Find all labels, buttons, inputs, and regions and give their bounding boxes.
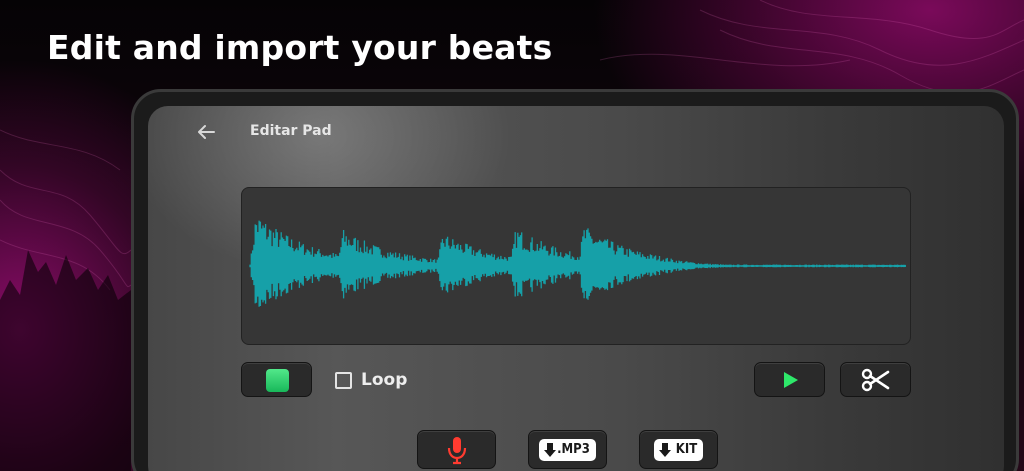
microphone-icon xyxy=(447,436,466,464)
pad-color-swatch xyxy=(266,369,289,392)
pad-color-button[interactable] xyxy=(241,362,312,397)
kit-label: KIT xyxy=(675,442,698,457)
mp3-label: .MP3 xyxy=(557,442,590,457)
loop-toggle[interactable]: Loop xyxy=(335,370,407,390)
screen-title: Editar Pad xyxy=(250,123,332,139)
download-arrow-icon xyxy=(544,442,557,457)
mp3-tag: .MP3 xyxy=(539,438,596,461)
download-arrow-icon xyxy=(658,442,671,457)
play-button[interactable] xyxy=(754,362,825,397)
kit-tag: KIT xyxy=(653,438,704,461)
audio-waveform[interactable] xyxy=(242,188,912,346)
arrow-left-icon[interactable] xyxy=(194,120,218,144)
loop-label: Loop xyxy=(361,370,408,390)
tablet-frame: Editar Pad Loop .MP3 KIT xyxy=(131,89,1019,471)
record-button[interactable] xyxy=(417,430,496,469)
import-kit-button[interactable]: KIT xyxy=(639,430,718,469)
play-icon xyxy=(783,371,798,388)
headline: Edit and import your beats xyxy=(47,28,553,67)
waveform-path xyxy=(249,220,906,307)
trim-button[interactable] xyxy=(840,362,911,397)
loop-checkbox[interactable] xyxy=(335,371,352,389)
scissors-icon xyxy=(861,368,889,391)
edit-pad-screen: Editar Pad Loop .MP3 KIT xyxy=(148,106,1004,471)
waveform-panel[interactable] xyxy=(241,187,911,345)
import-mp3-button[interactable]: .MP3 xyxy=(528,430,607,469)
